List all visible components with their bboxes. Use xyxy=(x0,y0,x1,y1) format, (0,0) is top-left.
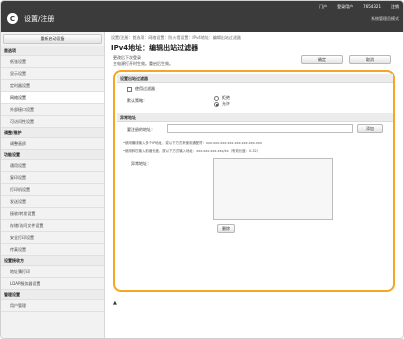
policy-allow-label: 允许 xyxy=(222,101,230,106)
admin-mode-label: 系统管理员模式 xyxy=(371,16,399,21)
sidebar-item-fax[interactable]: 传真设置 xyxy=(1,244,104,256)
sidebar-group-destinations: 设置接收方 xyxy=(1,256,104,266)
sidebar-item-accessibility[interactable]: 可访问性设置 xyxy=(1,116,104,128)
policy-allow-radio[interactable] xyxy=(214,101,219,107)
top-nav: 门户 登录用户 7654321 注销 xyxy=(319,2,399,11)
sidebar-group-functions: 功能设置 xyxy=(1,150,104,160)
sidebar-item-network-settings[interactable]: 网络设置 xyxy=(1,92,104,104)
sidebar-item-secure-print[interactable]: 安全打印设置 xyxy=(1,232,104,244)
sidebar-item-printer[interactable]: 打印机设置 xyxy=(1,184,104,196)
sidebar-item-store-access[interactable]: 存储/访问文件设置 xyxy=(1,220,104,232)
hint-range: •使用横线输入多个IP地址，或以下方式来使用通配符：xxx.xxx.xxx.xx… xyxy=(123,141,262,145)
restart-device-button[interactable]: 重新启动设备 xyxy=(3,34,102,44)
address-input[interactable] xyxy=(167,124,353,133)
sidebar: 重新启动设备 首选项 纸张设置 显示设置 定时器设置 网络设置 外部接口设置 可… xyxy=(1,32,105,338)
logo-icon: C xyxy=(7,13,18,24)
sidebar-item-image-quality[interactable]: 调整画质 xyxy=(1,138,104,150)
sidebar-item-timer-settings[interactable]: 定时器设置 xyxy=(1,80,104,92)
sidebar-group-preferences: 首选项 xyxy=(1,46,104,56)
logout-link[interactable]: 注销 xyxy=(391,4,399,10)
add-button[interactable]: 添加 xyxy=(357,124,383,133)
sidebar-item-ldap[interactable]: LDAP服务器设置 xyxy=(1,278,104,290)
ok-button[interactable]: 确定 xyxy=(301,55,343,64)
app-window: 门户 登录用户 7654321 注销 C 设置/注册 系统管理员模式 重新启动设… xyxy=(0,0,404,339)
app-title: 设置/注册 xyxy=(24,14,55,23)
page-title: IPv4地址：编辑出站过滤器 xyxy=(111,44,199,52)
default-policy-label: 默认策略： xyxy=(127,98,147,103)
outbound-filter-panel: 设置出站过滤器 使用过滤器 默认策略： 拒绝 允许 异常地址 要注册的地址： 添… xyxy=(113,70,395,292)
policy-option-allow[interactable]: 允许 xyxy=(214,101,230,107)
sidebar-item-receive-forward[interactable]: 接收/转发设置 xyxy=(1,208,104,220)
sidebar-item-common[interactable]: 通用设置 xyxy=(1,160,104,172)
excluded-addresses-list[interactable] xyxy=(213,158,333,220)
exception-section-title: 异常地址 xyxy=(117,113,393,122)
apply-note: 更改后下次登录 主电源打开时生效。重启后生效。 xyxy=(113,55,173,67)
policy-deny-radio[interactable] xyxy=(214,95,219,101)
sidebar-group-management: 管理设置 xyxy=(1,290,104,300)
user-id: 7654321 xyxy=(363,4,381,9)
portal-link[interactable]: 门户 xyxy=(319,4,327,10)
sidebar-item-external-interface[interactable]: 外部接口设置 xyxy=(1,104,104,116)
back-to-top-icon[interactable]: ▲ xyxy=(113,300,117,306)
sidebar-item-send[interactable]: 发送设置 xyxy=(1,196,104,208)
delete-button[interactable]: 删除 xyxy=(217,224,235,233)
sidebar-item-display-settings[interactable]: 显示设置 xyxy=(1,68,104,80)
use-filter-checkbox[interactable] xyxy=(127,86,132,92)
sidebar-item-address-book[interactable]: 地址簿打印 xyxy=(1,266,104,278)
hint-prefix: •使用斜杠输入前缀长度，按以下方式输入地址：xxx.xxx.xxx.xxx/xx… xyxy=(123,149,261,153)
sidebar-item-user-management[interactable]: 用户管理 xyxy=(1,300,104,312)
apply-note-line-2: 主电源打开时生效。重启后生效。 xyxy=(113,61,173,66)
filter-section-title: 设置出站过滤器 xyxy=(117,74,393,83)
address-label: 要注册的地址： xyxy=(127,127,155,132)
top-bar: 门户 登录用户 7654321 注销 C 设置/注册 系统管理员模式 xyxy=(1,1,403,32)
sidebar-item-paper-settings[interactable]: 纸张设置 xyxy=(1,56,104,68)
sidebar-item-copy[interactable]: 复印设置 xyxy=(1,172,104,184)
use-filter-row[interactable]: 使用过滤器 xyxy=(127,86,155,92)
sidebar-group-adjust: 调整/维护 xyxy=(1,128,104,138)
cancel-button[interactable]: 取消 xyxy=(349,55,391,64)
brand: C 设置/注册 xyxy=(7,13,54,24)
excluded-addresses-label: 异常地址： xyxy=(131,161,151,166)
login-user-label: 登录用户 xyxy=(337,3,354,9)
main-content: 设置/注册：首选项：网络设置：防火墙设置：IPv4地址：编辑出站过滤器 IPv4… xyxy=(105,32,403,338)
breadcrumb: 设置/注册：首选项：网络设置：防火墙设置：IPv4地址：编辑出站过滤器 xyxy=(111,35,241,40)
use-filter-label: 使用过滤器 xyxy=(135,86,155,91)
